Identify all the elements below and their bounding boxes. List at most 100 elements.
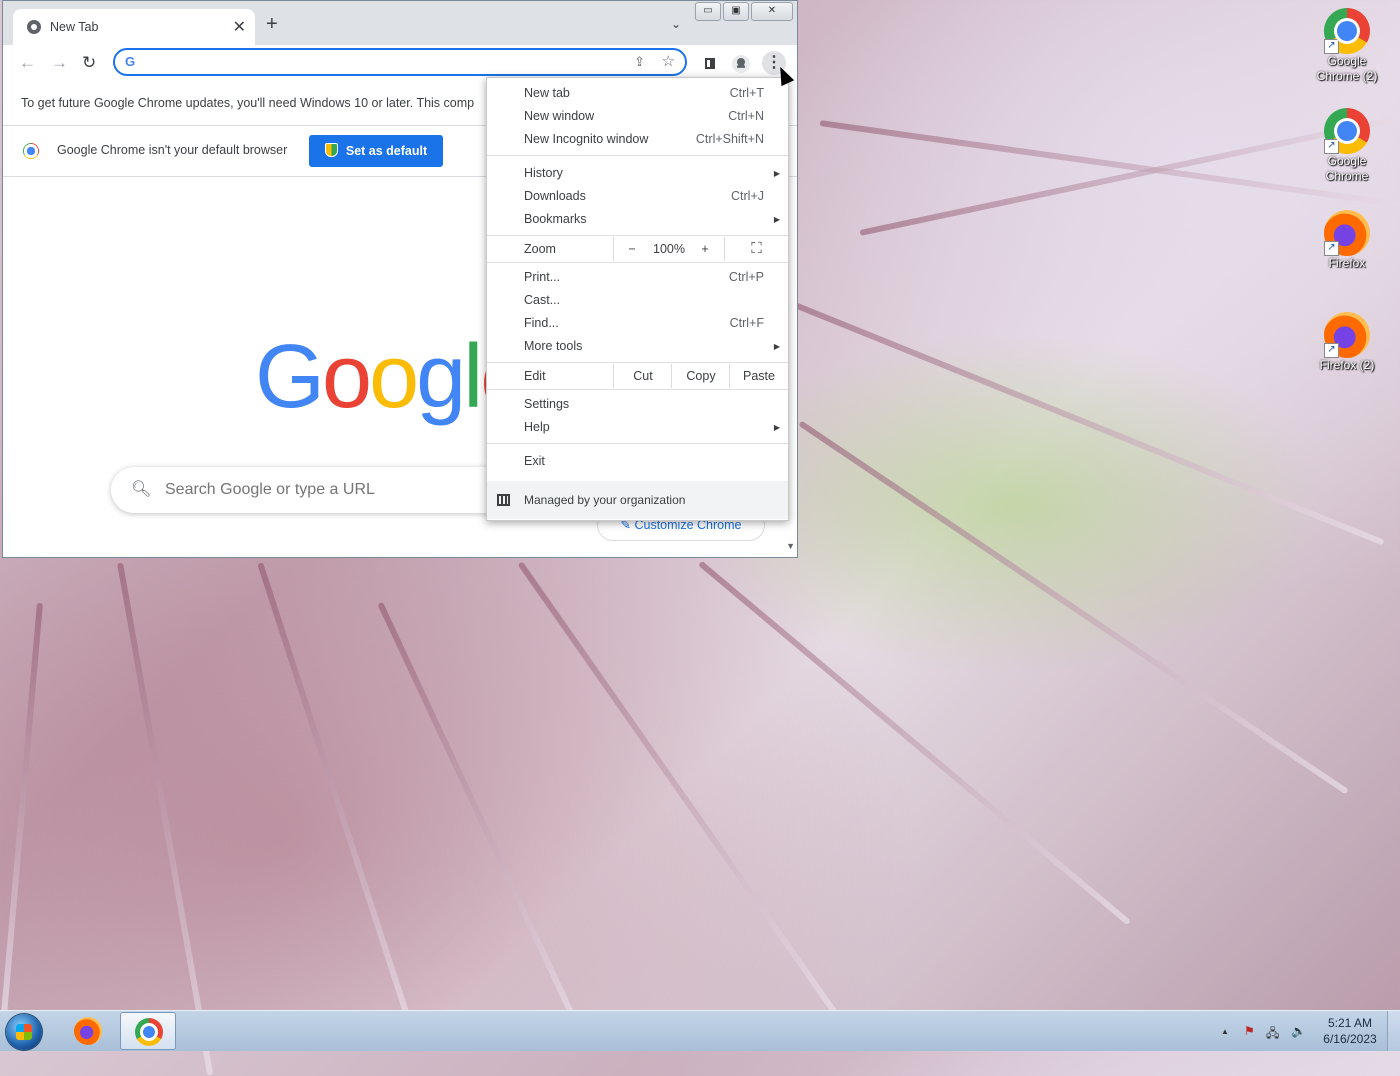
desktop-icon-chrome-2[interactable]: ↗ Google Chrome (2) — [1310, 8, 1384, 84]
desktop-icon-label: Chrome (2) — [1316, 69, 1378, 83]
zoom-label: Zoom — [524, 242, 556, 256]
menu-edit-row: Edit Cut Copy Paste — [487, 364, 788, 388]
minimize-button[interactable]: ▭ — [695, 2, 721, 21]
profile-avatar-icon[interactable] — [730, 52, 752, 74]
menu-item-label: New Incognito window — [524, 132, 649, 146]
title-bar: New Tab ✕ + ⌄ ▭ ▣ ✕ — [3, 1, 797, 45]
google-g-icon: G — [125, 54, 136, 69]
shortcut-arrow-icon: ↗ — [1324, 139, 1339, 154]
side-panel-icon[interactable] — [699, 52, 721, 74]
chrome-icon — [23, 143, 39, 159]
update-infobar-text: To get future Google Chrome updates, you… — [21, 96, 475, 110]
menu-item-settings[interactable]: Settings — [487, 393, 788, 416]
taskbar-clock[interactable]: 5:21 AM 6/16/2023 — [1310, 1015, 1390, 1047]
scroll-down-arrow-icon[interactable]: ▼ — [786, 541, 795, 551]
menu-separator — [487, 389, 788, 390]
reload-icon[interactable]: ↻ — [82, 53, 96, 73]
menu-item-label: Find... — [524, 316, 559, 330]
menu-item-label: New tab — [524, 86, 570, 100]
menu-item-more-tools[interactable]: More tools ▶ — [487, 335, 788, 358]
share-icon[interactable]: ⇪ — [634, 54, 645, 70]
restore-button[interactable]: ▣ — [723, 2, 749, 21]
menu-item-downloads[interactable]: Downloads Ctrl+J — [487, 185, 788, 208]
menu-item-label: Cast... — [524, 293, 561, 307]
chrome-icon — [135, 1018, 163, 1046]
menu-item-new-incognito-window[interactable]: New Incognito window Ctrl+Shift+N — [487, 128, 788, 151]
copy-button[interactable]: Copy — [671, 364, 730, 388]
chrome-icon: ↗ — [1324, 8, 1370, 54]
fullscreen-icon[interactable]: ⛶ — [724, 237, 788, 261]
managed-label: Managed by your organization — [524, 493, 686, 507]
clock-time: 5:21 AM — [1327, 1016, 1373, 1030]
menu-separator — [487, 262, 788, 263]
menu-item-shortcut: Ctrl+P — [728, 270, 764, 284]
menu-item-cast[interactable]: Cast... — [487, 289, 788, 312]
menu-item-label: New window — [524, 109, 595, 123]
firefox-icon: ↗ — [1324, 312, 1370, 358]
menu-item-help[interactable]: Help ▶ — [487, 416, 788, 439]
zoom-in-button[interactable]: + — [691, 237, 719, 261]
close-window-button[interactable]: ✕ — [751, 2, 793, 21]
volume-muted-icon[interactable]: 🔈 — [1291, 1024, 1306, 1038]
taskbar-chrome[interactable] — [120, 1012, 176, 1050]
firefox-icon — [74, 1017, 102, 1045]
desktop-icon-label: Firefox — [1328, 256, 1366, 270]
menu-item-managed[interactable]: Managed by your organization — [487, 481, 788, 519]
menu-separator — [487, 443, 788, 444]
menu-item-label: Print... — [524, 270, 561, 284]
submenu-arrow-icon: ▶ — [773, 342, 780, 351]
tab-close-icon[interactable]: ✕ — [233, 17, 246, 37]
show-desktop-button[interactable] — [1387, 1011, 1400, 1051]
forward-arrow-icon[interactable]: → — [51, 53, 68, 73]
set-as-default-button[interactable]: Set as default — [309, 135, 443, 167]
submenu-arrow-icon: ▶ — [773, 215, 780, 224]
desktop-icon-firefox-2[interactable]: ↗ Firefox (2) — [1310, 312, 1384, 373]
menu-item-bookmarks[interactable]: Bookmarks ▶ — [487, 208, 788, 231]
default-browser-text: Google Chrome isn't your default browser — [57, 143, 288, 157]
menu-item-label: Exit — [524, 454, 545, 468]
zoom-out-button[interactable]: − — [613, 237, 650, 261]
submenu-arrow-icon: ▶ — [773, 423, 780, 432]
back-arrow-icon[interactable]: ← — [19, 53, 36, 73]
menu-item-find[interactable]: Find... Ctrl+F — [487, 312, 788, 335]
omnibox[interactable]: G ⇪ ☆ — [113, 48, 687, 76]
building-icon — [497, 494, 510, 506]
shortcut-arrow-icon: ↗ — [1324, 39, 1339, 54]
action-center-flag-icon[interactable]: ⚑ — [1244, 1024, 1255, 1038]
desktop-icon-chrome[interactable]: ↗ Google Chrome — [1310, 108, 1384, 184]
shortcut-arrow-icon: ↗ — [1324, 241, 1339, 256]
menu-item-label: Help — [524, 420, 550, 434]
desktop-icon-label: Firefox (2) — [1319, 358, 1375, 372]
tab-search-chevron-icon[interactable]: ⌄ — [671, 17, 681, 31]
bookmark-star-icon[interactable]: ☆ — [662, 52, 675, 70]
shield-icon — [324, 143, 338, 157]
menu-item-print[interactable]: Print... Ctrl+P — [487, 266, 788, 289]
taskbar: ▲ ⚑ 🖧 🔈 5:21 AM 6/16/2023 — [0, 1010, 1400, 1051]
tray-overflow-icon[interactable]: ▲ — [1221, 1027, 1229, 1036]
menu-item-exit[interactable]: Exit — [487, 450, 788, 473]
menu-item-new-tab[interactable]: New tab Ctrl+T — [487, 82, 788, 105]
ntp-search-input[interactable] — [163, 480, 467, 500]
desktop-icon-firefox[interactable]: ↗ Firefox — [1310, 210, 1384, 271]
submenu-arrow-icon: ▶ — [773, 169, 780, 178]
menu-item-label: Downloads — [524, 189, 586, 203]
menu-item-label: More tools — [524, 339, 583, 353]
search-icon: 🔍︎ — [131, 481, 152, 498]
paste-button[interactable]: Paste — [729, 364, 788, 388]
cut-button[interactable]: Cut — [613, 364, 672, 388]
menu-item-history[interactable]: History ▶ — [487, 162, 788, 185]
start-button[interactable] — [6, 1014, 42, 1050]
shortcut-arrow-icon: ↗ — [1324, 343, 1339, 358]
menu-item-shortcut: Ctrl+J — [731, 189, 764, 203]
menu-zoom-row: Zoom − 100% + ⛶ — [487, 237, 788, 261]
desktop-icon-label: Google — [1327, 154, 1367, 168]
menu-item-label: Bookmarks — [524, 212, 587, 226]
menu-separator — [487, 235, 788, 236]
tab-title: New Tab — [50, 20, 99, 34]
tab-new-tab[interactable]: New Tab ✕ — [13, 9, 255, 45]
menu-item-new-window[interactable]: New window Ctrl+N — [487, 105, 788, 128]
network-icon[interactable]: 🖧 — [1266, 1024, 1279, 1045]
new-tab-button[interactable]: + — [266, 14, 278, 34]
omnibox-input[interactable] — [145, 53, 619, 73]
taskbar-firefox[interactable] — [60, 1012, 116, 1050]
